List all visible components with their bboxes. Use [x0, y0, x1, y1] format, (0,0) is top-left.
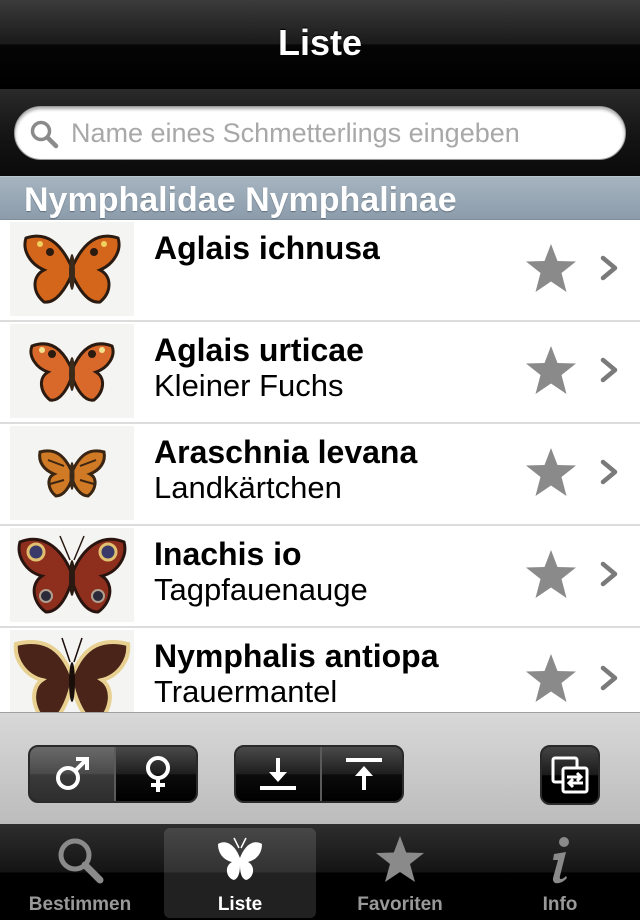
butterfly-thumbnail	[10, 528, 134, 622]
search-field[interactable]	[14, 106, 626, 160]
butterfly-thumbnail	[10, 630, 134, 712]
sort-up-button[interactable]	[322, 747, 402, 801]
filter-toolbar	[0, 712, 640, 824]
swap-button[interactable]	[540, 745, 600, 805]
sort-down-icon	[260, 758, 296, 790]
butterfly-thumbnail	[10, 426, 134, 520]
chevron-right-icon	[600, 459, 618, 485]
species-list[interactable]: Aglais ichnusa Aglais urticae Kleiner Fu…	[0, 220, 640, 712]
common-name: Kleiner Fuchs	[154, 368, 344, 403]
species-name: Nymphalis antiopa	[154, 638, 439, 674]
chevron-right-icon	[600, 255, 618, 281]
star-icon[interactable]	[524, 344, 578, 398]
search-bar	[0, 89, 640, 176]
star-icon[interactable]	[524, 652, 578, 706]
navigation-bar: Liste	[0, 0, 640, 89]
chevron-right-icon	[600, 665, 618, 691]
star-icon[interactable]	[524, 548, 578, 602]
tab-label: Favoriten	[357, 894, 443, 915]
sex-segmented-control[interactable]	[28, 745, 198, 803]
list-item[interactable]: Araschnia levana Landkärtchen	[0, 424, 640, 526]
magnifier-icon	[58, 838, 104, 884]
species-name: Aglais ichnusa	[154, 230, 380, 266]
tab-bestimmen[interactable]: Bestimmen	[4, 828, 156, 918]
list-item[interactable]: Inachis io Tagpfauenauge	[0, 526, 640, 628]
male-filter-button[interactable]	[30, 747, 114, 801]
tab-label: Bestimmen	[28, 894, 132, 915]
list-item[interactable]: Aglais urticae Kleiner Fuchs	[0, 322, 640, 424]
chevron-right-icon	[600, 561, 618, 587]
star-icon[interactable]	[524, 242, 578, 296]
male-symbol-icon	[56, 757, 89, 790]
section-header-label: Nymphalidae Nymphalinae	[24, 181, 457, 219]
common-name: Trauermantel	[154, 674, 338, 709]
tab-info[interactable]: Info	[484, 828, 636, 918]
butterfly-thumbnail	[10, 324, 134, 418]
tab-bar: Bestimmen Liste Favoriten Info	[0, 824, 640, 920]
sort-up-icon	[346, 758, 382, 790]
sort-segmented-control[interactable]	[234, 745, 404, 803]
species-name: Araschnia levana	[154, 434, 418, 470]
species-name: Aglais urticae	[154, 332, 364, 368]
list-item[interactable]: Aglais ichnusa	[0, 220, 640, 322]
search-input[interactable]	[71, 107, 611, 159]
page-title: Liste	[277, 22, 363, 63]
info-icon	[552, 837, 569, 884]
tab-label: Liste	[217, 894, 263, 915]
common-name: Landkärtchen	[154, 470, 342, 505]
tab-liste[interactable]: Liste	[164, 828, 316, 918]
female-filter-button[interactable]	[116, 747, 196, 801]
copy-swap-icon	[551, 756, 589, 794]
female-symbol-icon	[146, 756, 170, 792]
star-icon	[376, 836, 424, 882]
species-name: Inachis io	[154, 536, 302, 572]
star-icon[interactable]	[524, 446, 578, 500]
chevron-right-icon	[600, 357, 618, 383]
tab-favoriten[interactable]: Favoriten	[324, 828, 476, 918]
search-icon	[30, 120, 59, 149]
butterfly-thumbnail	[10, 222, 134, 316]
sort-down-button[interactable]	[236, 747, 320, 801]
tab-label: Info	[542, 894, 578, 915]
list-item[interactable]: Nymphalis antiopa Trauermantel	[0, 628, 640, 712]
section-header: Nymphalidae Nymphalinae	[0, 176, 640, 220]
butterfly-icon	[218, 837, 262, 880]
common-name: Tagpfauenauge	[154, 572, 368, 607]
